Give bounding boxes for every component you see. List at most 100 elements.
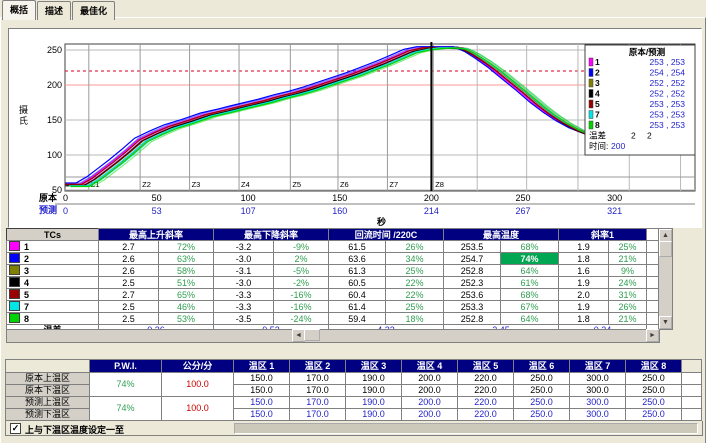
tc-label: 1 <box>7 241 99 253</box>
tc-color-chip <box>9 241 20 251</box>
legend-values: 252 , 252 <box>650 78 686 88</box>
speed-value: 100.0 <box>162 373 234 397</box>
zone-temp-cell: 220.0 <box>458 409 514 421</box>
pwi-value: 74% <box>90 397 162 421</box>
filler-cell <box>647 265 659 277</box>
legend-values: 253 , 253 <box>650 57 686 67</box>
legend-chip-3 <box>589 79 593 87</box>
legend-values: 253 , 253 <box>650 120 686 130</box>
zone-temp-cell: 300.0 <box>570 397 626 409</box>
zone-table-header: P.W.I.公分/分温区 1温区 2温区 3温区 4温区 5温区 6温区 7温区… <box>6 360 702 373</box>
zone-label: Z7 <box>389 180 398 189</box>
tc-cell: 68% <box>501 289 559 301</box>
tc-color-chip <box>9 253 20 263</box>
legend-time-value: 200 <box>611 141 625 151</box>
tc-cell: 63.6 <box>329 253 386 265</box>
pwi-value: 74% <box>90 373 162 397</box>
link-zones-row: ✓ 上与下温区温度设定一至 <box>5 421 703 436</box>
group-header-4: 斜率1 <box>559 229 647 241</box>
tc-cell: 60.4 <box>329 289 386 301</box>
tc-cell: 2.5 <box>99 277 159 289</box>
speed-value: 100.0 <box>162 397 234 421</box>
legend-header: 原本/预测 <box>629 47 666 57</box>
application-window: 概括描述最佳化 50100150200250Z1Z2Z3Z4Z5Z6Z7Z8摄氏… <box>0 0 706 443</box>
tc-cell: 1.9 <box>559 241 609 253</box>
x-tick-predicted: 107 <box>241 206 256 216</box>
filler-cell <box>647 241 659 253</box>
tc-cell: 64% <box>501 313 559 325</box>
filler-cell <box>647 289 659 301</box>
zone-temp-cell: 250.0 <box>626 409 682 421</box>
scroll-right-icon[interactable]: ► <box>646 329 659 342</box>
zone-row-label: 预测下温区 <box>6 409 90 421</box>
tc-cell: 60.5 <box>329 277 386 289</box>
tc-cell: 253.3 <box>444 301 501 313</box>
tc-cell: 18% <box>386 313 444 325</box>
tc-cell: 2.7 <box>99 241 159 253</box>
zone-header-3: 温区 1 <box>234 360 290 373</box>
tc-label: 5 <box>7 289 99 301</box>
tc-cell: 34% <box>386 253 444 265</box>
vertical-scrollbar[interactable]: ▲ ▼ <box>658 228 673 330</box>
tc-cell: 1.9 <box>559 277 609 289</box>
zone-temp-cell: 190.0 <box>346 373 402 385</box>
zone-settings-panel: P.W.I.公分/分温区 1温区 2温区 3温区 4温区 5温区 6温区 7温区… <box>5 359 703 436</box>
tc-color-chip <box>9 301 20 311</box>
tc-label: 4 <box>7 277 99 289</box>
filler-cell <box>647 253 659 265</box>
zone-header-8: 温区 6 <box>514 360 570 373</box>
group-header-0: 最高上升斜率 <box>99 229 214 241</box>
filler-cell <box>682 385 702 397</box>
tc-cell: 2% <box>274 253 329 265</box>
zone-temp-cell: 220.0 <box>458 373 514 385</box>
tc-cell: -24% <box>274 313 329 325</box>
tc-cell: 2.6 <box>99 253 159 265</box>
tc-row-3: 32.658%-3.1-5%61.325%252.864%1.69% <box>7 265 659 277</box>
tc-cell: 253.6 <box>444 289 501 301</box>
link-zones-checkbox[interactable]: ✓ <box>10 423 21 434</box>
zone-temp-cell: 150.0 <box>234 409 290 421</box>
zone-temp-cell: 220.0 <box>458 385 514 397</box>
tc-cell: -5% <box>274 265 329 277</box>
zone-temp-cell: 300.0 <box>570 373 626 385</box>
scrollbar-thumb[interactable] <box>659 241 672 257</box>
zone-temp-cell: 250.0 <box>626 385 682 397</box>
profile-chart[interactable]: 50100150200250Z1Z2Z3Z4Z5Z6Z7Z8摄氏原本预测0501… <box>9 29 701 227</box>
zone-temp-cell: 170.0 <box>290 397 346 409</box>
tc-row-2: 22.663%-3.02%63.634%254.774%1.821% <box>7 253 659 265</box>
scroll-down-icon[interactable]: ▼ <box>659 316 672 329</box>
filler-cell <box>647 313 659 325</box>
tab-2[interactable]: 描述 <box>37 1 71 20</box>
zone-header-2: 公分/分 <box>162 360 234 373</box>
link-zones-label: 上与下温区温度设定一至 <box>25 423 124 436</box>
x-tick-predicted: 267 <box>515 206 530 216</box>
group-header-3: 最高温度 <box>444 229 559 241</box>
tc-cell: -9% <box>274 241 329 253</box>
zone-temp-cell: 200.0 <box>402 409 458 421</box>
tc-cell: 1.8 <box>559 253 609 265</box>
tc-cell: 61.5 <box>329 241 386 253</box>
horizontal-scrollbar[interactable]: ◄ ► <box>6 329 660 343</box>
zone-temp-cell: 190.0 <box>346 397 402 409</box>
scrollbar-thumb-h[interactable] <box>304 329 320 341</box>
tab-1[interactable]: 概括 <box>2 0 36 20</box>
tc-cell: 2.6 <box>99 265 159 277</box>
zone-header-0 <box>6 360 90 373</box>
tc-cell: 31% <box>609 289 647 301</box>
tc-color-chip <box>9 313 20 323</box>
legend-id: 2 <box>595 68 600 78</box>
tc-label: 7 <box>7 301 99 313</box>
tab-3[interactable]: 最佳化 <box>72 1 115 20</box>
tc-row-5: 52.765%-3.3-16%60.422%253.668%2.031% <box>7 289 659 301</box>
x-tick-original: 200 <box>424 193 439 203</box>
tcs-header: TCs <box>7 229 99 241</box>
tab-page-overview: 50100150200250Z1Z2Z3Z4Z5Z6Z7Z8摄氏原本预测0501… <box>0 17 706 443</box>
zone-label: Z8 <box>435 180 444 189</box>
x-tick-predicted: 214 <box>424 206 439 216</box>
legend-chip-1 <box>589 58 593 66</box>
zone-header-6: 温区 4 <box>402 360 458 373</box>
tc-cell: 53% <box>159 313 214 325</box>
x-tick-original: 150 <box>332 193 347 203</box>
tc-cell: -3.0 <box>214 253 274 265</box>
tc-cell: 58% <box>159 265 214 277</box>
